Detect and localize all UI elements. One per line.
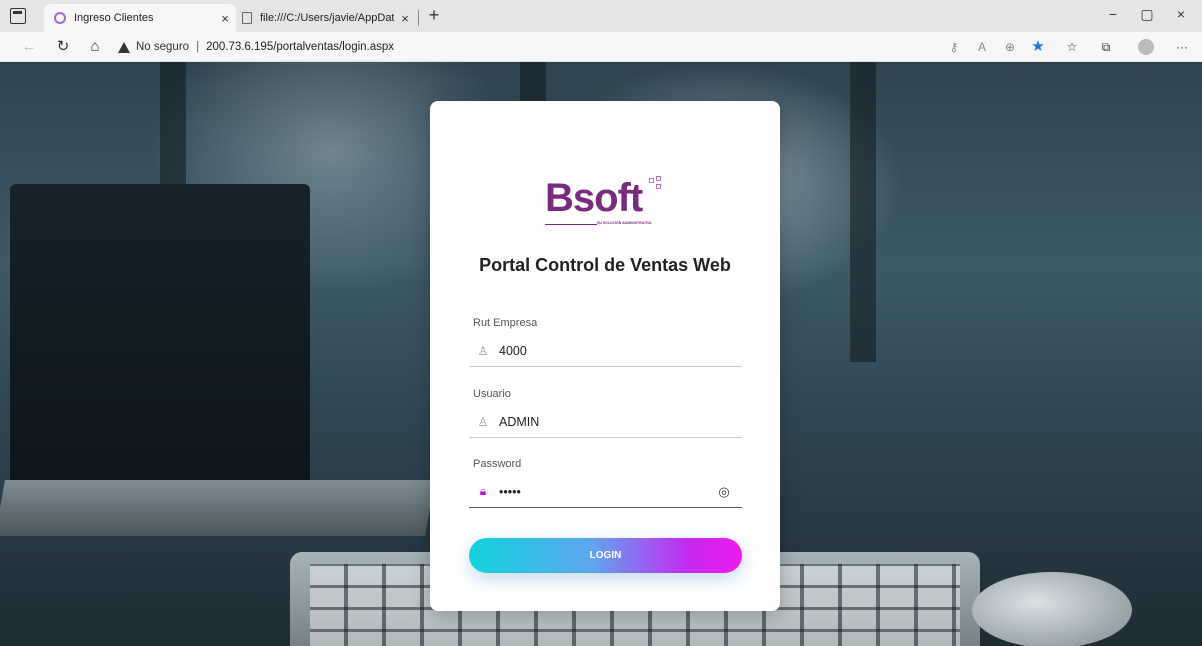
background-laptop-base (0, 480, 435, 536)
background-laptop (10, 184, 310, 484)
tab-separator (418, 10, 419, 26)
address-bar[interactable]: No seguro | 200.73.6.195/portalventas/lo… (118, 36, 938, 58)
key-icon[interactable]: ⚷ (944, 38, 964, 56)
profile-avatar[interactable] (1138, 39, 1154, 55)
browser-window: Ingreso Clientes × file:///C:/Users/javi… (0, 0, 1202, 646)
logo-text: Bsoft (545, 176, 643, 220)
home-icon[interactable]: ⌂ (84, 37, 106, 57)
show-password-eye-icon[interactable]: ◎ (714, 484, 734, 499)
usuario-field: Usuario ♙ (469, 388, 742, 460)
usuario-label: Usuario (473, 388, 511, 400)
tab-title: file:///C:/Users/javie/AppData/Lo (260, 12, 394, 24)
tab-file[interactable]: file:///C:/Users/javie/AppData/Lo × (236, 4, 416, 32)
more-menu-icon[interactable]: ··· (1172, 38, 1192, 56)
browser-toolbar: ← ↻ ⌂ No seguro | 200.73.6.195/portalven… (0, 32, 1202, 62)
background-window-frame (850, 62, 876, 362)
read-aloud-icon[interactable]: A (972, 38, 992, 56)
tab-close-icon[interactable]: × (214, 11, 236, 26)
refresh-icon[interactable]: ↻ (52, 37, 74, 57)
new-tab-button[interactable]: + (424, 5, 444, 25)
collections-icon[interactable]: ⧉ (1096, 38, 1116, 56)
usuario-input[interactable] (499, 414, 742, 429)
rut-empresa-label: Rut Empresa (473, 317, 538, 329)
logo-underline (545, 224, 597, 225)
tab-ingreso-clientes[interactable]: Ingreso Clientes × (44, 4, 236, 32)
tab-actions-icon[interactable] (10, 8, 26, 24)
logo-square-icon (649, 178, 654, 183)
logo-square-icon (656, 184, 661, 189)
back-arrow-icon[interactable]: ← (18, 37, 40, 57)
page-background: Bsoft SU SOLUCIÓN ADMINISTRATIVA Portal … (0, 62, 1202, 646)
rut-empresa-input[interactable] (499, 343, 742, 358)
security-status[interactable]: No seguro (136, 41, 189, 53)
warning-icon (118, 41, 130, 53)
close-window-button[interactable]: × (1166, 6, 1196, 22)
usuario-row[interactable]: ♙ (469, 406, 742, 438)
restore-button[interactable]: ▢ (1132, 6, 1162, 23)
logo-subtitle: SU SOLUCIÓN ADMINISTRATIVA (597, 221, 652, 225)
file-favicon-icon (242, 12, 252, 24)
login-card: Bsoft SU SOLUCIÓN ADMINISTRATIVA Portal … (430, 101, 780, 611)
user-icon: ♙ (477, 414, 489, 429)
background-mouse (972, 572, 1132, 646)
logo-square-icon (656, 176, 661, 181)
rut-empresa-row[interactable]: ♙ (469, 335, 742, 367)
password-row[interactable]: 🔒︎ ◎ (469, 476, 742, 508)
favorite-star-icon[interactable]: ★ (1028, 38, 1048, 56)
tab-title: Ingreso Clientes (74, 12, 154, 24)
minimize-button[interactable]: − (1098, 6, 1128, 22)
lock-icon: 🔒︎ (479, 484, 487, 498)
user-icon: ♙ (477, 343, 489, 358)
url-text[interactable]: 200.73.6.195/portalventas/login.aspx (206, 41, 394, 53)
tab-strip: Ingreso Clientes × file:///C:/Users/javi… (0, 0, 1202, 32)
site-favicon-icon (54, 12, 66, 24)
tab-close-icon[interactable]: × (394, 11, 416, 26)
address-separator: | (196, 41, 200, 53)
zoom-icon[interactable]: ⊕ (1000, 38, 1020, 56)
page-title: Portal Control de Ventas Web (479, 255, 731, 275)
password-label: Password (473, 458, 522, 470)
rut-empresa-field: Rut Empresa ♙ (469, 317, 742, 389)
password-field: Password 🔒︎ ◎ (469, 458, 742, 530)
favorites-list-icon[interactable]: ☆ (1062, 38, 1082, 56)
login-button[interactable]: LOGIN (469, 538, 742, 573)
bsoft-logo: Bsoft SU SOLUCIÓN ADMINISTRATIVA (545, 176, 675, 231)
password-input[interactable] (499, 484, 714, 499)
